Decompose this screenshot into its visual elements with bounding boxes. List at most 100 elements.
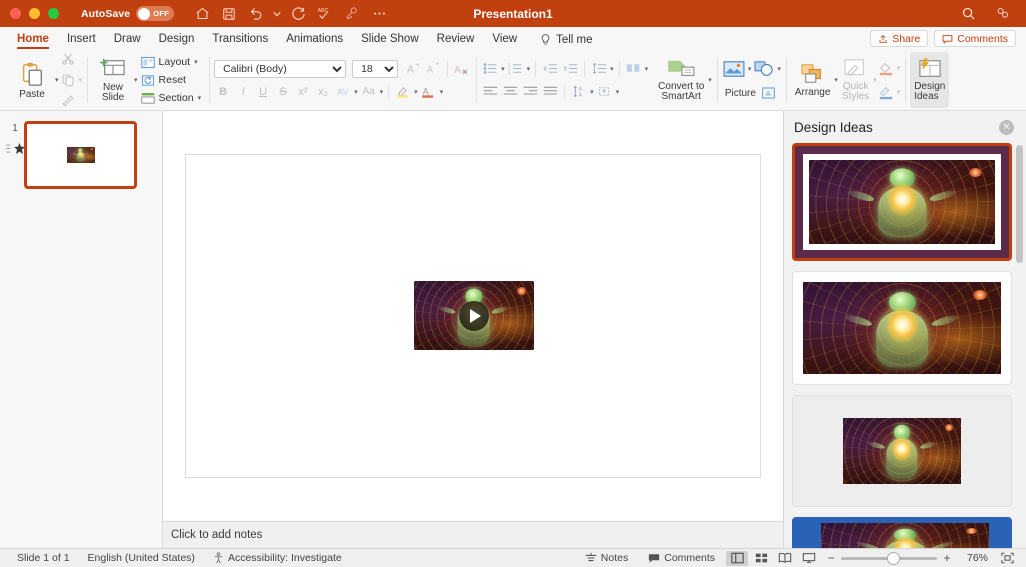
- design-idea-1[interactable]: [792, 143, 1012, 261]
- ribbon-display-icon[interactable]: [990, 3, 1014, 25]
- language-label[interactable]: English (United States): [79, 552, 204, 564]
- text-highlight-button[interactable]: [394, 83, 412, 101]
- notes-pane[interactable]: Click to add notes: [163, 521, 783, 548]
- section-button[interactable]: Section ▾: [138, 90, 205, 107]
- save-icon[interactable]: [217, 3, 241, 25]
- tab-insert[interactable]: Insert: [58, 32, 105, 49]
- tab-review[interactable]: Review: [428, 32, 484, 49]
- fit-to-window-button[interactable]: [996, 551, 1018, 566]
- quick-styles-button[interactable]: Quick Styles: [838, 52, 873, 108]
- home-icon[interactable]: [190, 3, 214, 25]
- shape-fill-button[interactable]: [877, 59, 895, 77]
- align-left-button[interactable]: [481, 83, 499, 101]
- paste-button[interactable]: Paste: [9, 52, 55, 108]
- slideshow-view-button[interactable]: [798, 551, 820, 566]
- layout-button[interactable]: Layout ▾: [138, 54, 205, 71]
- bold-button[interactable]: B: [214, 83, 232, 101]
- design-ideas-scrollbar[interactable]: [1016, 145, 1023, 536]
- subscript-button[interactable]: x₂: [314, 83, 332, 101]
- copy-dropdown-icon[interactable]: ▾: [79, 76, 83, 84]
- chevron-down-icon[interactable]: ▾: [414, 88, 418, 96]
- chevron-down-icon[interactable]: ▾: [645, 65, 649, 73]
- close-icon[interactable]: ✕: [999, 120, 1014, 135]
- chevron-down-icon[interactable]: ▾: [610, 65, 614, 73]
- font-name-select[interactable]: Calibri (Body): [214, 59, 347, 78]
- line-spacing-button[interactable]: [590, 60, 608, 78]
- shape-outline-button[interactable]: [877, 83, 895, 101]
- animation-indicator[interactable]: [5, 143, 25, 154]
- picture-button[interactable]: [722, 58, 746, 80]
- format-painter-button[interactable]: [59, 92, 77, 110]
- chevron-down-icon[interactable]: ▾: [440, 88, 444, 96]
- chevron-down-icon[interactable]: ▾: [527, 65, 531, 73]
- more-options-icon[interactable]: [367, 3, 391, 25]
- play-icon[interactable]: [459, 300, 489, 331]
- font-size-select[interactable]: 18: [352, 59, 399, 78]
- format-painter-icon[interactable]: [340, 3, 364, 25]
- zoom-track[interactable]: [841, 551, 937, 565]
- smartart-dropdown[interactable]: ▾: [708, 52, 712, 108]
- new-slide-button[interactable]: New Slide: [92, 52, 134, 108]
- undo-dropdown-icon[interactable]: [271, 3, 283, 25]
- close-window-button[interactable]: [10, 8, 21, 19]
- zoom-out-button[interactable]: −: [826, 551, 836, 565]
- align-center-button[interactable]: [501, 83, 519, 101]
- slide-sorter-button[interactable]: [750, 551, 772, 566]
- chevron-down-icon[interactable]: ▾: [777, 65, 781, 73]
- zoom-knob[interactable]: [887, 551, 900, 565]
- design-idea-3[interactable]: [792, 395, 1012, 507]
- slide-thumbnail-1[interactable]: [24, 121, 137, 189]
- tab-view[interactable]: View: [483, 32, 526, 49]
- change-case-button[interactable]: Aa: [360, 83, 378, 101]
- underline-button[interactable]: U: [254, 83, 272, 101]
- justify-button[interactable]: [541, 83, 559, 101]
- chevron-down-icon[interactable]: ▾: [897, 88, 901, 96]
- tab-animations[interactable]: Animations: [277, 32, 352, 49]
- zoom-slider[interactable]: − +: [826, 551, 952, 565]
- minimize-window-button[interactable]: [29, 8, 40, 19]
- maximize-window-button[interactable]: [48, 8, 59, 19]
- tab-design[interactable]: Design: [150, 32, 204, 49]
- share-button[interactable]: Share: [870, 30, 929, 47]
- slide-count-label[interactable]: Slide 1 of 1: [8, 552, 79, 564]
- autosave-toggle[interactable]: OFF: [136, 6, 175, 21]
- increase-font-size-button[interactable]: A: [404, 60, 422, 78]
- text-direction-button[interactable]: AA: [570, 83, 588, 101]
- tab-draw[interactable]: Draw: [105, 32, 150, 49]
- italic-button[interactable]: I: [234, 83, 252, 101]
- design-idea-4[interactable]: [792, 517, 1012, 548]
- accessibility-status[interactable]: Accessibility: Investigate: [204, 552, 351, 564]
- font-color-button[interactable]: A: [420, 83, 438, 101]
- strikethrough-button[interactable]: S: [274, 83, 292, 101]
- superscript-button[interactable]: x²: [294, 83, 312, 101]
- text-box-button[interactable]: A: [760, 84, 778, 102]
- increase-indent-button[interactable]: [561, 60, 579, 78]
- tab-slide-show[interactable]: Slide Show: [352, 32, 428, 49]
- video-placeholder[interactable]: [414, 281, 534, 350]
- notes-button[interactable]: Notes: [576, 552, 637, 564]
- comments-button[interactable]: Comments: [934, 30, 1016, 47]
- tell-me-search[interactable]: Tell me: [526, 34, 601, 49]
- design-ideas-scrollbar-thumb[interactable]: [1016, 145, 1023, 263]
- character-spacing-button[interactable]: AV: [334, 83, 352, 101]
- chevron-down-icon[interactable]: ▾: [897, 64, 901, 72]
- reading-view-button[interactable]: [774, 551, 796, 566]
- slide-canvas[interactable]: [185, 154, 761, 478]
- copy-button[interactable]: [59, 71, 77, 89]
- tab-transitions[interactable]: Transitions: [203, 32, 277, 49]
- search-icon[interactable]: [956, 3, 980, 25]
- chevron-down-icon[interactable]: ▾: [501, 65, 505, 73]
- cut-button[interactable]: [59, 50, 77, 68]
- chevron-down-icon[interactable]: ▾: [380, 88, 384, 96]
- chevron-down-icon[interactable]: ▾: [590, 88, 594, 96]
- design-idea-2[interactable]: [792, 271, 1012, 385]
- align-right-button[interactable]: [521, 83, 539, 101]
- decrease-indent-button[interactable]: [541, 60, 559, 78]
- numbering-button[interactable]: 123: [507, 60, 525, 78]
- normal-view-button[interactable]: [726, 550, 748, 566]
- decrease-font-size-button[interactable]: A: [424, 60, 442, 78]
- chevron-down-icon[interactable]: ▾: [748, 65, 752, 73]
- convert-to-smartart-button[interactable]: Convert to SmartArt: [654, 52, 708, 108]
- autosave-control[interactable]: AutoSave OFF: [81, 6, 175, 21]
- undo-icon[interactable]: [244, 3, 268, 25]
